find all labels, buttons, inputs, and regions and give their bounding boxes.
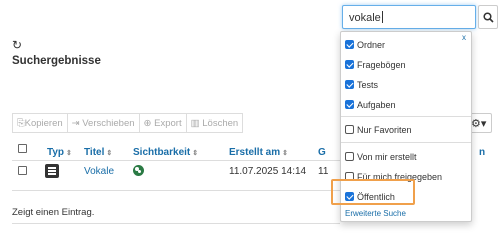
column-header-g[interactable]: G [318,147,326,158]
checkbox-icon [345,125,354,134]
sort-icon: ⇕ [282,150,289,157]
globe-icon [133,165,144,176]
move-button-label: Verschieben [82,118,135,129]
column-header-titel[interactable]: Titel ⇕ [84,147,112,158]
gear-icon: ⚙ [471,118,481,130]
delete-button-label: Löschen [202,118,239,129]
header-divider [12,160,340,161]
search-input[interactable]: vokale [342,5,476,29]
advanced-search-link[interactable]: Erweiterte Suche [345,209,406,218]
column-header-sichtbarkeit-label: Sichtbarkeit [133,147,191,158]
checkbox-icon [345,60,354,69]
sort-icon: ⇕ [106,150,113,157]
result-count-text: Zeigt einen Eintrag. [12,207,95,218]
sort-icon: ⇕ [192,150,199,157]
column-header-titel-label: Titel [84,147,105,158]
copy-button[interactable]: ⎘Kopieren [12,113,67,133]
checkbox-icon [345,40,354,49]
trash-icon: ▥ [190,118,203,129]
questionnaire-icon [45,164,59,178]
filter-nur-favoriten[interactable]: Nur Favoriten [345,125,412,135]
refresh-icon[interactable]: ↻ [12,38,22,52]
toolbar: ⎘Kopieren ⇥ Verschieben ⊕ Export ▥ Lösch… [12,113,244,133]
search-icon [483,12,494,23]
column-header-erstellt[interactable]: Erstellt am ⇕ [229,147,288,158]
page-title: Suchergebnisse [12,55,101,67]
filter-frageboegen-label: Fragebögen [357,60,406,70]
filter-nur-favoriten-label: Nur Favoriten [357,125,412,135]
copy-icon: ⎘ [17,118,25,129]
filter-aufgaben-label: Aufgaben [357,100,396,110]
column-header-n[interactable]: n [479,147,485,158]
close-icon[interactable]: x [462,33,466,42]
column-header-erstellt-label: Erstellt am [229,147,281,158]
search-input-value: vokale [349,12,381,24]
search-button[interactable] [478,5,498,29]
column-header-typ-label: Typ [47,147,65,158]
footer-divider [12,223,340,224]
divider [341,116,471,117]
divider [341,142,471,143]
delete-button[interactable]: ▥ Löschen [185,113,244,133]
filter-tests[interactable]: Tests [345,80,378,90]
filter-frageboegen[interactable]: Fragebögen [345,60,406,70]
column-header-typ[interactable]: Typ ⇕ [47,147,72,158]
row-checkbox[interactable] [18,166,27,175]
row-title-link[interactable]: Vokale [84,166,114,177]
export-icon: ⊕ [143,118,155,129]
row-g-value: 11 [318,166,329,177]
text-caret [381,11,383,23]
filter-von-mir-erstellt[interactable]: Von mir erstellt [345,152,417,162]
export-button[interactable]: ⊕ Export [138,113,186,133]
focus-highlight [331,179,415,205]
checkbox-icon [345,80,354,89]
copy-button-label: Kopieren [24,118,63,129]
filter-tests-label: Tests [357,80,379,90]
row-created-at: 11.07.2025 14:14 [229,166,307,177]
select-all-checkbox[interactable] [18,144,27,153]
move-button[interactable]: ⇥ Verschieben [66,113,139,133]
move-icon: ⇥ [71,118,83,129]
row-divider [12,190,340,191]
checkbox-icon [345,152,354,161]
sort-icon: ⇕ [66,150,72,157]
checkbox-icon [345,100,354,109]
chevron-down-icon: ▾ [480,118,487,130]
filter-von-mir-erstellt-label: Von mir erstellt [357,152,417,162]
filter-ordner-label: Ordner [357,40,386,50]
export-button-label: Export [154,118,182,129]
filter-aufgaben[interactable]: Aufgaben [345,100,396,110]
column-header-sichtbarkeit[interactable]: Sichtbarkeit ⇕ [133,147,198,158]
filter-ordner[interactable]: Ordner [345,40,385,50]
